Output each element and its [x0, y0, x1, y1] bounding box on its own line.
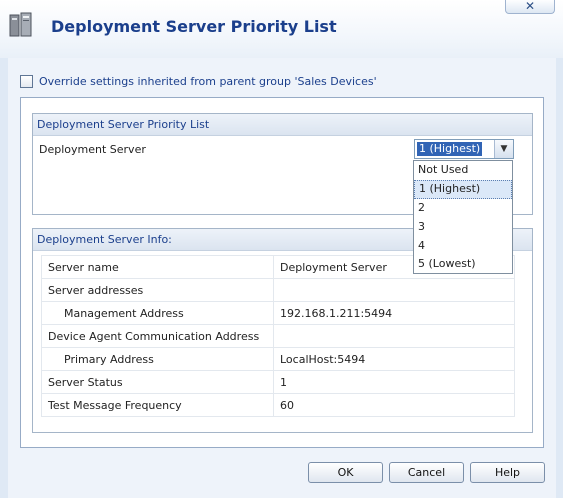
dialog-titlebar: Deployment Server Priority List ✕: [0, 0, 563, 58]
menu-item-not-used[interactable]: Not Used: [414, 161, 512, 180]
menu-item-highest[interactable]: 1 (Highest): [414, 179, 512, 199]
priority-select[interactable]: 1 (Highest) ▼: [414, 139, 514, 159]
close-button[interactable]: ✕: [505, 0, 555, 14]
agent-comm-address-value: [273, 324, 515, 348]
priority-select-value: 1 (Highest): [417, 142, 483, 156]
override-label: Override settings inherited from parent …: [39, 74, 377, 88]
override-checkbox[interactable]: [20, 74, 33, 88]
primary-address-value: LocalHost:5494: [273, 347, 515, 371]
table-row: Server addresses: [41, 278, 515, 302]
table-row: Management Address 192.168.1.211:5494: [41, 301, 515, 325]
test-message-frequency-value: 60: [273, 393, 515, 417]
server-info-table: Server name Deployment Server Server add…: [41, 255, 515, 417]
table-row: Primary Address LocalHost:5494: [41, 347, 515, 371]
server-addresses-value: [273, 278, 515, 302]
menu-item-3[interactable]: 3: [414, 218, 512, 237]
menu-item-lowest[interactable]: 5 (Lowest): [414, 255, 512, 274]
cancel-button[interactable]: Cancel: [389, 462, 464, 483]
override-settings-option[interactable]: Override settings inherited from parent …: [20, 73, 377, 89]
table-row: Device Agent Communication Address: [41, 324, 515, 348]
management-address-value: 192.168.1.211:5494: [273, 301, 515, 325]
primary-address-key: Primary Address: [41, 347, 274, 371]
deployment-server-label: Deployment Server: [39, 143, 146, 156]
dialog-title: Deployment Server Priority List: [51, 17, 337, 36]
priority-dropdown-menu: Not Used 1 (Highest) 2 3 4 5 (Lowest): [413, 160, 513, 274]
help-button[interactable]: Help: [470, 462, 545, 483]
server-status-value: 1: [273, 370, 515, 394]
server-addresses-key: Server addresses: [41, 278, 274, 302]
priority-list-header: Deployment Server Priority List: [33, 114, 532, 136]
close-icon: ✕: [524, 0, 536, 13]
menu-item-2[interactable]: 2: [414, 199, 512, 218]
server-icon: [9, 12, 32, 37]
test-message-frequency-key: Test Message Frequency: [41, 393, 274, 417]
chevron-down-icon[interactable]: ▼: [494, 140, 513, 158]
management-address-key: Management Address: [41, 301, 274, 325]
server-status-key: Server Status: [41, 370, 274, 394]
server-name-key: Server name: [41, 255, 274, 279]
table-row: Test Message Frequency 60: [41, 393, 515, 417]
agent-comm-address-key: Device Agent Communication Address: [41, 324, 274, 348]
menu-item-4[interactable]: 4: [414, 237, 512, 256]
ok-button[interactable]: OK: [308, 462, 383, 483]
table-row: Server Status 1: [41, 370, 515, 394]
